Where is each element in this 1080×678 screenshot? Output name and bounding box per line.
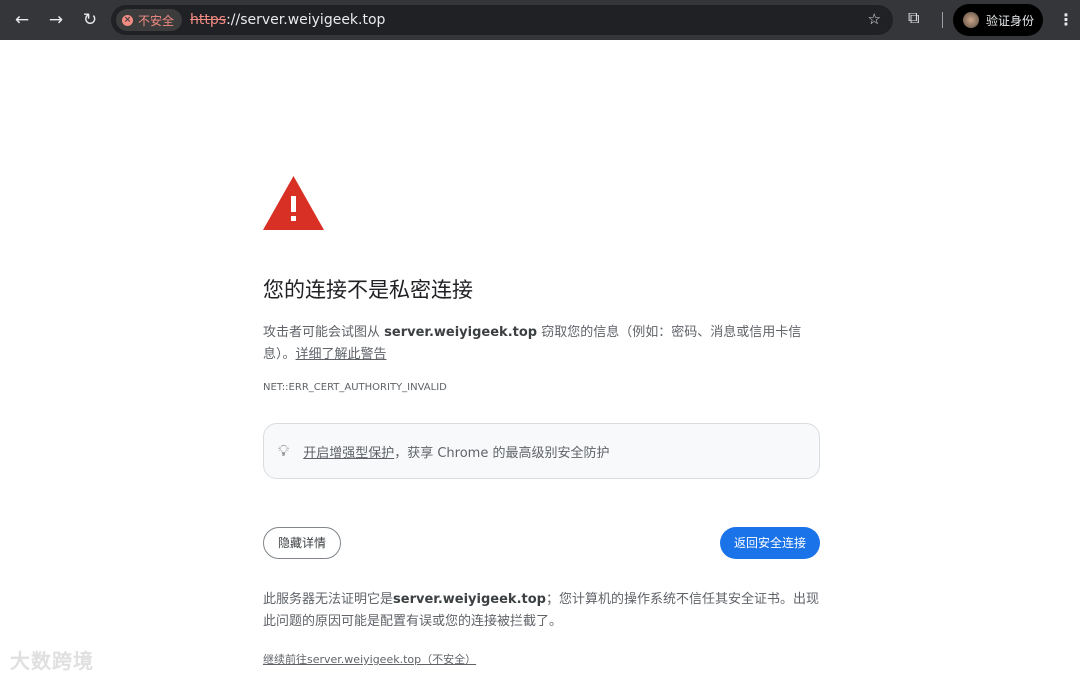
address-bar[interactable]: × 不安全 https://server.weiyigeek.top ☆ — [111, 5, 893, 35]
url-host: ://server.weiyigeek.top — [226, 12, 385, 28]
hide-details-button[interactable]: 隐藏详情 — [263, 527, 341, 559]
interstitial-content: 您的连接不是私密连接 攻击者可能会试图从 server.weiyigeek.to… — [263, 176, 820, 667]
forward-icon[interactable]: → — [42, 6, 70, 34]
back-to-safety-button[interactable]: 返回安全连接 — [720, 527, 820, 559]
warning-icon: × — [122, 15, 133, 26]
desc-text: 攻击者可能会试图从 — [263, 325, 384, 340]
security-chip[interactable]: × 不安全 — [116, 9, 182, 31]
bookmark-star-icon[interactable]: ☆ — [868, 10, 881, 28]
profile-button[interactable]: 验证身份 — [953, 4, 1043, 36]
enhanced-protection-box: 💡︎ 开启增强型保护，获享 Chrome 的最高级别安全防护 — [263, 423, 820, 479]
enhanced-protection-text: ，获享 Chrome 的最高级别安全防护 — [394, 442, 609, 461]
warning-description: 攻击者可能会试图从 server.weiyigeek.top 窃取您的信息（例如… — [263, 322, 820, 366]
lightbulb-icon: 💡︎ — [278, 441, 289, 461]
menu-icon[interactable]: ⋮ — [1058, 10, 1074, 29]
browser-toolbar: ← → ↻ × 不安全 https://server.weiyigeek.top … — [0, 0, 1080, 40]
profile-label: 验证身份 — [986, 12, 1034, 29]
learn-more-link[interactable]: 详细了解此警告 — [296, 347, 387, 362]
back-icon[interactable]: ← — [8, 6, 36, 34]
url-text[interactable]: https://server.weiyigeek.top — [190, 12, 385, 28]
divider — [942, 12, 943, 28]
proceed-unsafe-link[interactable]: 继续前往server.weiyigeek.top（不安全） — [263, 653, 476, 666]
details-host: server.weiyigeek.top — [393, 592, 546, 607]
extensions-icon[interactable]: ⧉ — [908, 8, 919, 28]
reload-icon[interactable]: ↻ — [76, 6, 104, 34]
error-code: NET::ERR_CERT_AUTHORITY_INVALID — [263, 382, 820, 393]
page-title: 您的连接不是私密连接 — [263, 274, 820, 304]
desc-host: server.weiyigeek.top — [384, 325, 537, 340]
avatar — [963, 12, 979, 28]
warning-triangle-icon — [263, 176, 324, 230]
insecure-label: 不安全 — [138, 12, 174, 29]
details-pre: 此服务器无法证明它是 — [263, 592, 393, 607]
enhanced-protection-link[interactable]: 开启增强型保护 — [303, 442, 394, 461]
url-scheme: https — [190, 12, 226, 28]
watermark-logo: 大数跨境 — [10, 645, 94, 674]
details-text: 此服务器无法证明它是server.weiyigeek.top；您计算机的操作系统… — [263, 589, 820, 633]
